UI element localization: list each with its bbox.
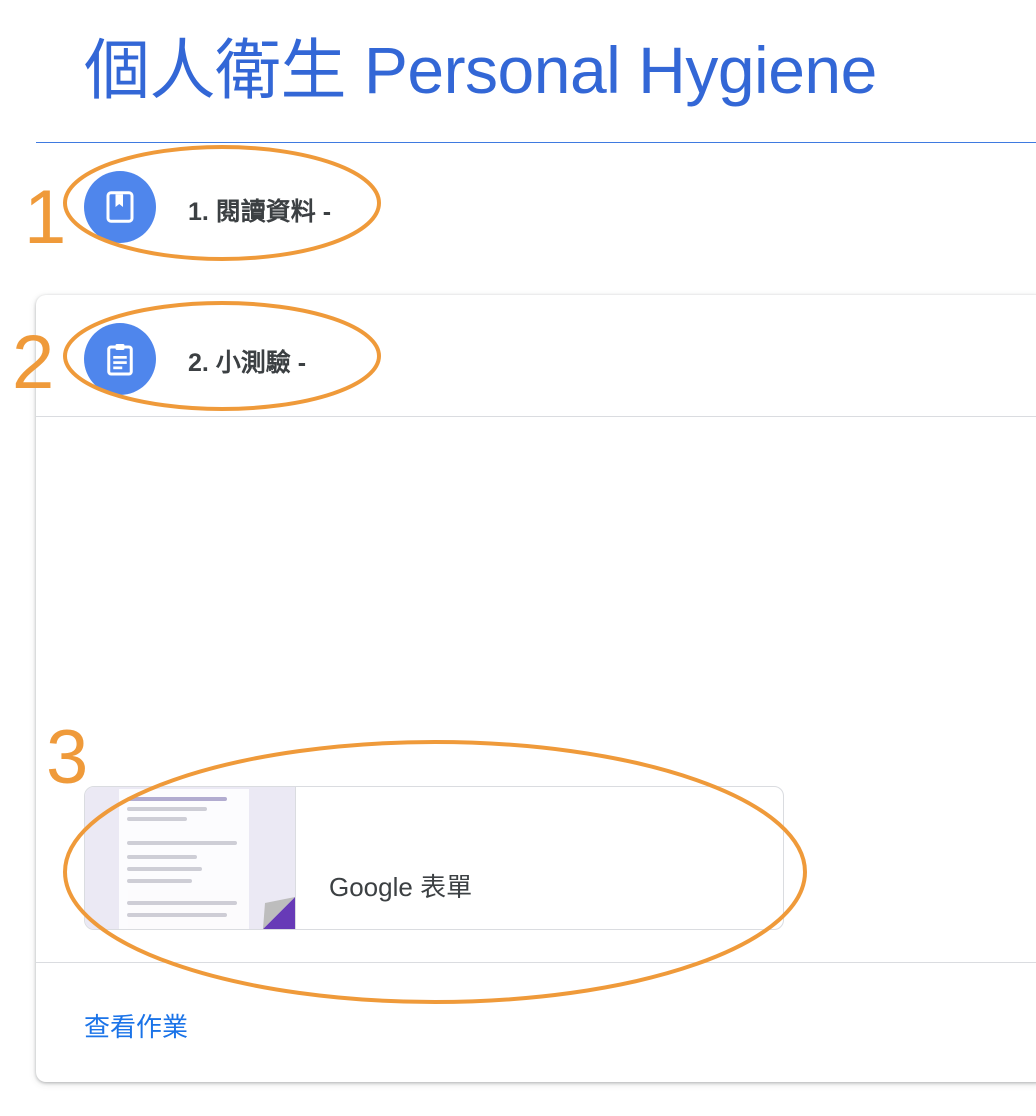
annotation-number-3: 3 [46,715,89,800]
item-title-reading[interactable]: 1. 閱讀資料 - [188,192,331,228]
clipboard-assignment-icon [107,344,133,376]
item-title-quiz[interactable]: 2. 小測驗 - [188,343,306,379]
card-footer-divider [36,962,1036,963]
assignment-card: 2. 小測驗 - Google 表單 查看作業 [36,295,1036,1082]
material-icon-badge[interactable] [84,171,156,243]
thumbnail-page [119,789,249,929]
attachment-title: Google 表單 [329,872,473,902]
view-assignment-link[interactable]: 查看作業 [84,1007,188,1044]
annotation-number-1: 1 [24,175,67,260]
forms-corner-icon [263,897,295,929]
google-forms-thumbnail-icon [85,787,296,929]
title-divider [36,142,1036,143]
google-form-attachment[interactable]: Google 表單 [84,786,784,930]
card-header-divider [36,416,1036,417]
assignment-icon-badge[interactable] [84,323,156,395]
annotation-number-2: 2 [12,320,55,405]
bookmark-book-icon [106,191,134,223]
page-title: 個人衛生 Personal Hygiene [84,33,877,107]
